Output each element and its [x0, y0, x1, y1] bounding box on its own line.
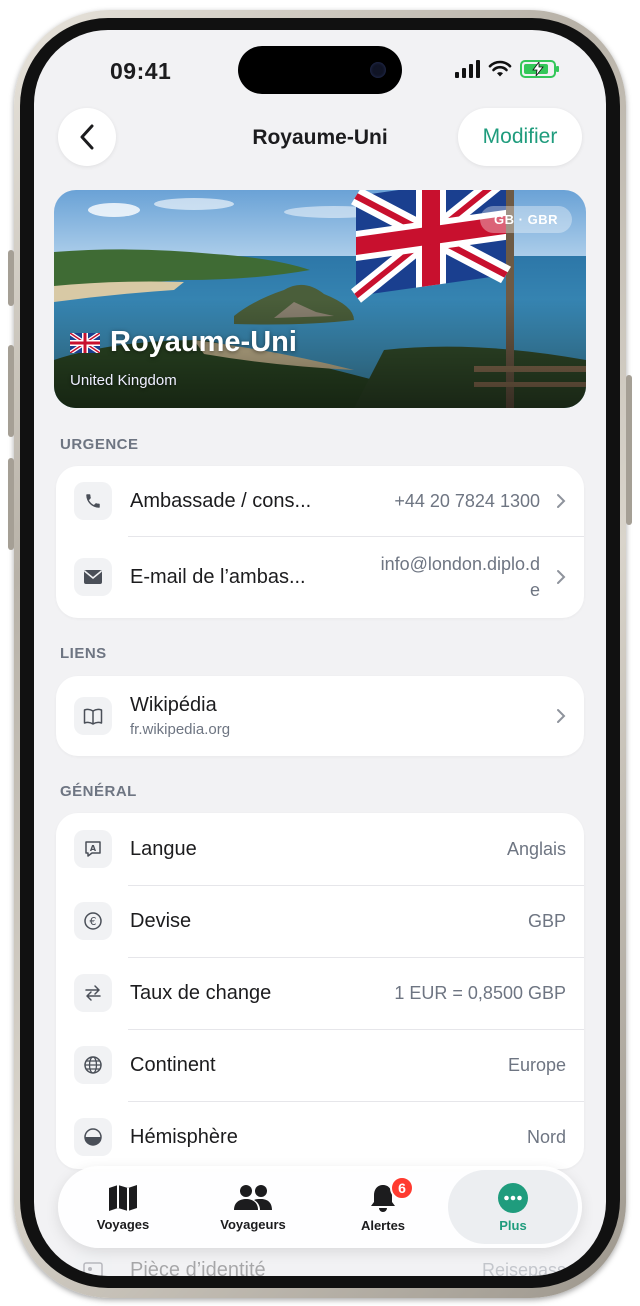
row-label: Devise	[130, 909, 192, 932]
row-value: Reisepass	[481, 1259, 566, 1277]
chevron-right-icon	[557, 570, 566, 584]
section-title-urgence: URGENCE	[60, 436, 139, 453]
row-value: Nord	[526, 1126, 566, 1147]
screen: 09:41 Royaume-Uni Modifier GB · GBR Roya…	[34, 30, 606, 1276]
wifi-icon	[488, 60, 512, 77]
tab-bar: Voyages Voyageurs Alertes 6 Plus	[58, 1166, 582, 1248]
svg-text:€: €	[90, 915, 97, 928]
language-icon: A	[74, 830, 112, 868]
volume-up-button	[8, 345, 14, 437]
tab-label: Plus	[499, 1217, 527, 1233]
more-icon	[498, 1182, 528, 1213]
row-value: 1 EUR = 0,8500 GBP	[394, 982, 566, 1003]
row-label: Hémisphère	[130, 1125, 238, 1148]
hero-country-name: Royaume-Uni	[70, 326, 297, 359]
tab-label: Voyageurs	[220, 1216, 286, 1232]
general-card: A Langue Anglais € Devise GBP Taux de ch…	[56, 813, 584, 1169]
notification-badge: 6	[390, 1176, 414, 1200]
row-label: Pièce d’identité	[130, 1258, 266, 1277]
tab-label: Alertes	[360, 1217, 406, 1233]
currency-row: € Devise GBP	[56, 885, 584, 957]
edit-button[interactable]: Modifier	[458, 108, 582, 166]
phone-icon	[74, 482, 112, 520]
country-hero-image: GB · GBR Royaume-Uni United Kingdom	[54, 190, 586, 408]
hero-title: Royaume-Uni	[110, 326, 297, 358]
urgence-card: Ambassade / cons... +44 20 7824 1300 E-m…	[56, 466, 584, 618]
row-label: Langue	[130, 837, 197, 860]
language-row: A Langue Anglais	[56, 813, 584, 885]
wikipedia-link-row[interactable]: Wikipédia fr.wikipedia.org	[56, 676, 584, 756]
power-button	[626, 375, 632, 525]
row-label: Wikipédia	[130, 694, 217, 716]
status-icons	[455, 60, 559, 78]
users-icon	[234, 1184, 272, 1210]
tab-label: Voyages	[96, 1216, 150, 1232]
embassy-phone-row[interactable]: Ambassade / cons... +44 20 7824 1300	[56, 466, 584, 536]
tab-voyageurs[interactable]: Voyageurs	[188, 1170, 318, 1244]
country-code-badge: GB · GBR	[480, 206, 572, 233]
row-value: +44 20 7824 1300	[394, 490, 540, 511]
hemisphere-row: Hémisphère Nord	[56, 1101, 584, 1169]
dynamic-island	[238, 46, 402, 94]
row-value: GBP	[527, 910, 566, 931]
hemisphere-icon	[74, 1118, 112, 1156]
row-label: Continent	[130, 1053, 216, 1076]
section-title-liens: LIENS	[60, 645, 107, 662]
tab-alertes[interactable]: Alertes 6	[318, 1170, 448, 1244]
embassy-email-row[interactable]: E-mail de l’ambas... info@london.diplo.d…	[56, 536, 584, 618]
svg-text:A: A	[90, 844, 97, 853]
row-label: Taux de change	[130, 981, 272, 1004]
map-icon	[109, 1184, 137, 1211]
row-label: Ambassade / cons...	[130, 489, 312, 512]
section-title-general: GÉNÉRAL	[60, 783, 137, 800]
mail-icon	[74, 558, 112, 596]
tab-voyages[interactable]: Voyages	[58, 1170, 188, 1244]
euro-icon: €	[74, 902, 112, 940]
row-value: Anglais	[506, 838, 566, 859]
row-subtitle: fr.wikipedia.org	[130, 721, 231, 738]
hero-subtitle: United Kingdom	[70, 372, 177, 389]
action-button	[8, 250, 14, 306]
book-icon	[74, 697, 112, 735]
chevron-right-icon	[557, 494, 566, 508]
continent-row: Continent Europe	[56, 1029, 584, 1101]
tab-plus[interactable]: Plus	[448, 1170, 578, 1244]
chevron-right-icon	[557, 709, 566, 723]
globe-icon	[74, 1046, 112, 1084]
battery-icon	[520, 60, 559, 78]
row-value: info@london.diplo.d e	[380, 554, 540, 600]
liens-card: Wikipédia fr.wikipedia.org	[56, 676, 584, 756]
id-card-icon	[74, 1251, 112, 1276]
exchange-rate-row: Taux de change 1 EUR = 0,8500 GBP	[56, 957, 584, 1029]
row-label: E-mail de l’ambas...	[130, 565, 306, 588]
camera-icon	[370, 62, 386, 78]
cellular-signal-icon	[455, 60, 480, 78]
row-value: Europe	[507, 1054, 566, 1075]
exchange-icon	[74, 974, 112, 1012]
status-time: 09:41	[110, 58, 172, 84]
uk-flag-icon	[70, 332, 100, 353]
volume-down-button	[8, 458, 14, 550]
